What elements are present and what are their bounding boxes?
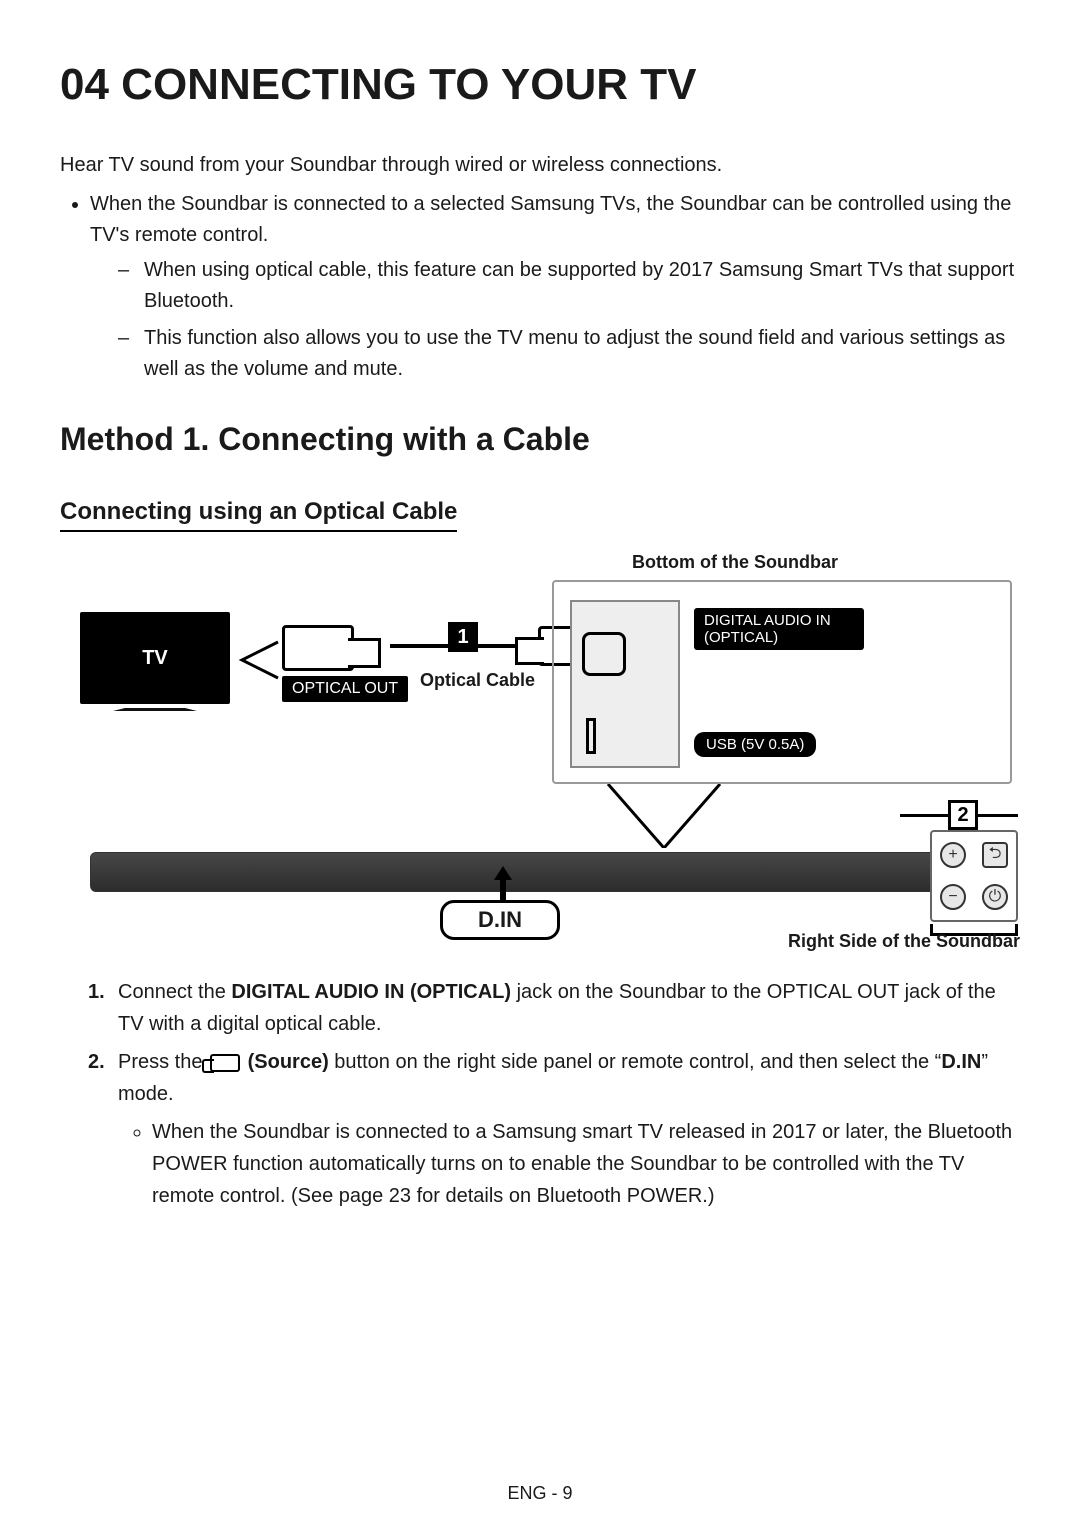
caption-bottom-of-soundbar: Bottom of the Soundbar <box>632 552 838 573</box>
step-1: Connect the DIGITAL AUDIO IN (OPTICAL) j… <box>88 976 1020 1040</box>
bullet-text: When the Soundbar is connected to a sele… <box>90 193 1011 246</box>
step2-din-bold: D.IN <box>941 1051 981 1073</box>
connection-diagram: Bottom of the Soundbar TV OPTICAL OUT 1 … <box>60 552 1020 952</box>
volume-down-icon: − <box>940 884 966 910</box>
step2-mid: button on the right side panel or remote… <box>329 1051 942 1073</box>
din-label: D.IN <box>440 900 560 940</box>
soundbar-bottom-panel: DIGITAL AUDIO IN (OPTICAL) USB (5V 0.5A) <box>552 580 1012 784</box>
power-icon: ⏻ <box>982 884 1008 910</box>
step2-connector-line <box>978 814 1018 817</box>
step2-pre: Press the <box>118 1051 208 1073</box>
step-marker-1: 1 <box>448 622 478 652</box>
source-button-icon <box>210 1054 240 1072</box>
callout-arrow-icon <box>604 784 724 848</box>
volume-up-icon: + <box>940 842 966 868</box>
step-2: Press the (Source) button on the right s… <box>88 1046 1020 1212</box>
digital-audio-in-label: DIGITAL AUDIO IN (OPTICAL) <box>694 608 864 650</box>
optical-port-icon <box>582 632 626 676</box>
bullet-remote-control: When the Soundbar is connected to a sele… <box>90 189 1020 385</box>
usb-label: USB (5V 0.5A) <box>694 732 816 757</box>
sub-heading: Connecting using an Optical Cable <box>60 498 457 532</box>
connector-tv-icon <box>282 625 354 671</box>
step2-source-bold: (Source) <box>248 1051 329 1073</box>
usb-port-icon <box>586 718 596 754</box>
tv-label: TV <box>142 647 168 670</box>
step2-sub-bullet: When the Soundbar is connected to a Sams… <box>152 1116 1020 1212</box>
step-marker-2: 2 <box>948 800 978 830</box>
port-zone <box>570 600 680 768</box>
step1-pre: Connect the <box>118 981 231 1003</box>
dash-optical-2017: When using optical cable, this feature c… <box>118 255 1020 317</box>
intro-text: Hear TV sound from your Soundbar through… <box>60 150 1020 181</box>
page-number: ENG - 9 <box>0 1483 1080 1504</box>
arrow-left-icon <box>234 638 280 682</box>
tv-icon: TV <box>80 612 230 704</box>
step2-connector-line <box>900 814 948 817</box>
optical-cable-label: Optical Cable <box>420 670 535 691</box>
source-icon: ⮌ <box>982 842 1008 868</box>
optical-out-label: OPTICAL OUT <box>282 676 408 702</box>
page-title: 04 CONNECTING TO YOUR TV <box>60 60 1020 110</box>
caption-right-side: Right Side of the Soundbar <box>788 931 1020 952</box>
step1-bold: DIGITAL AUDIO IN (OPTICAL) <box>231 981 511 1003</box>
soundbar-body-icon <box>90 852 960 892</box>
method-heading: Method 1. Connecting with a Cable <box>60 421 1020 458</box>
up-arrow-icon <box>494 866 512 900</box>
soundbar-side-panel: + − ⮌ ⏻ <box>930 830 1018 922</box>
dash-tv-menu: This function also allows you to use the… <box>118 323 1020 385</box>
